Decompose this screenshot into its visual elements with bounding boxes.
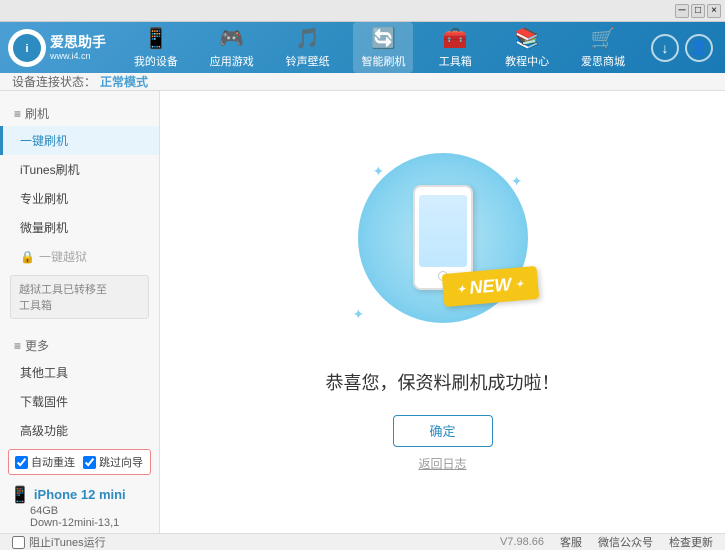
skip-wizard-checkbox[interactable] [83, 456, 96, 469]
minimize-btn[interactable]: ─ [675, 4, 689, 18]
check-update-link[interactable]: 检查更新 [669, 534, 713, 550]
status-bar: 设备连接状态： 正常模式 [0, 73, 725, 91]
logo-name: 爱思助手 [50, 34, 106, 51]
itunes-block-label: 阻止iTunes运行 [29, 534, 106, 550]
device-name: iPhone 12 mini [34, 487, 126, 502]
device-info-area: 📱 iPhone 12 mini 64GB Down-12mini-13,1 [0, 479, 159, 533]
account-btn[interactable]: 👤 [685, 34, 713, 62]
sidebar: ≡ 刷机 一键刷机 iTunes刷机 专业刷机 微量刷机 🔒 一键越狱 越狱工具… [0, 91, 160, 533]
sidebar-item-pro-flash[interactable]: 专业刷机 [0, 184, 159, 213]
nav-smart-flash[interactable]: 🔄 智能刷机 [353, 22, 413, 73]
nav-store-label: 爱思商城 [581, 53, 625, 69]
success-message: 恭喜您，保资料刷机成功啦！ [326, 369, 560, 395]
nav-toolbox[interactable]: 🧰 工具箱 [429, 22, 481, 73]
nav-smart-flash-label: 智能刷机 [361, 53, 405, 69]
restore-btn[interactable]: □ [691, 4, 705, 18]
svg-text:i: i [25, 43, 28, 55]
title-bar: ─ □ × [0, 0, 725, 22]
sidebar-item-wipe-flash[interactable]: 微量刷机 [0, 213, 159, 242]
sidebar-item-advanced[interactable]: 高级功能 [0, 416, 159, 445]
logo-text: 爱思助手 www.i4.cn [50, 34, 106, 62]
tutorial-icon: 📚 [515, 26, 540, 51]
sparkle-3: ✦ [353, 306, 365, 323]
logo-area: i 爱思助手 www.i4.cn [8, 29, 108, 67]
app-icon: 🎮 [219, 26, 244, 51]
back-link[interactable]: 返回日志 [418, 455, 466, 472]
phone-icon: 📱 [10, 485, 30, 505]
sparkle-2: ✦ [511, 173, 523, 190]
download-firmware-label: 下载固件 [20, 395, 68, 409]
download-btn[interactable]: ↓ [651, 34, 679, 62]
skip-wizard-label[interactable]: 跳过向导 [83, 454, 143, 470]
nav-tutorial[interactable]: 📚 教程中心 [497, 22, 557, 73]
status-label: 设备连接状态： [12, 73, 96, 90]
nav-toolbox-label: 工具箱 [439, 53, 472, 69]
sidebar-item-itunes-flash[interactable]: iTunes刷机 [0, 155, 159, 184]
checkbox-row: 自动重连 跳过向导 [8, 449, 151, 475]
nav-app-game[interactable]: 🎮 应用游戏 [202, 22, 262, 73]
auto-restart-label[interactable]: 自动重连 [15, 454, 75, 470]
app-container: i 爱思助手 www.i4.cn 📱 我的设备 🎮 应用游戏 🎵 铃声壁纸 [0, 22, 725, 523]
sidebar-section-flash: ≡ 刷机 [0, 99, 159, 126]
wipe-flash-label: 微量刷机 [20, 221, 68, 235]
itunes-flash-label: iTunes刷机 [20, 163, 80, 177]
disabled-jailbreak-label: 一键越狱 [39, 248, 87, 265]
ringtone-icon: 🎵 [295, 26, 320, 51]
sparkle-1: ✦ [373, 163, 385, 180]
logo-url: www.i4.cn [50, 51, 106, 62]
nav-my-device-label: 我的设备 [134, 53, 178, 69]
auto-restart-checkbox[interactable] [15, 456, 28, 469]
store-icon: 🛒 [591, 26, 616, 51]
sidebar-item-other-tools[interactable]: 其他工具 [0, 358, 159, 387]
footer-right: V7.98.66 客服 微信公众号 检查更新 [500, 534, 713, 550]
nav-ringtone[interactable]: 🎵 铃声壁纸 [278, 22, 338, 73]
sidebar-section2-label: 更多 [25, 337, 49, 354]
advanced-label: 高级功能 [20, 424, 68, 438]
smart-flash-icon: 🔄 [371, 26, 396, 51]
header: i 爱思助手 www.i4.cn 📱 我的设备 🎮 应用游戏 🎵 铃声壁纸 [0, 22, 725, 73]
header-right: ↓ 👤 [651, 34, 717, 62]
itunes-block-checkbox[interactable] [12, 536, 25, 549]
pro-flash-label: 专业刷机 [20, 192, 68, 206]
info-text: 越狱工具已转移至工具箱 [19, 284, 107, 312]
footer-left: 阻止iTunes运行 [12, 534, 106, 550]
phone-screen [419, 195, 467, 267]
close-btn[interactable]: × [707, 4, 721, 18]
device-storage: 64GB [10, 505, 149, 517]
sidebar-item-download-firmware[interactable]: 下载固件 [0, 387, 159, 416]
auto-restart-text: 自动重连 [31, 454, 75, 470]
success-illustration: NEW ✦ ✦ ✦ [343, 153, 543, 353]
status-value: 正常模式 [100, 73, 148, 90]
nav-my-device[interactable]: 📱 我的设备 [126, 22, 186, 73]
logo-svg: i [16, 37, 38, 59]
toolbox-icon: 🧰 [443, 26, 468, 51]
sidebar-section1-label: 刷机 [25, 105, 49, 122]
one-key-flash-label: 一键刷机 [20, 134, 68, 148]
content-area: ≡ 刷机 一键刷机 iTunes刷机 专业刷机 微量刷机 🔒 一键越狱 越狱工具… [0, 91, 725, 533]
nav-items: 📱 我的设备 🎮 应用游戏 🎵 铃声壁纸 🔄 智能刷机 🧰 工具箱 📚 [108, 22, 651, 73]
sidebar-section-more: ≡ 更多 [0, 331, 159, 358]
nav-app-label: 应用游戏 [210, 53, 254, 69]
footer: 阻止iTunes运行 V7.98.66 客服 微信公众号 检查更新 [0, 533, 725, 550]
sidebar-info-box: 越狱工具已转移至工具箱 [10, 275, 149, 319]
main-content: NEW ✦ ✦ ✦ 恭喜您，保资料刷机成功啦！ 确定 返回日志 [160, 91, 725, 533]
customer-service-link[interactable]: 客服 [560, 534, 582, 550]
nav-tutorial-label: 教程中心 [505, 53, 549, 69]
other-tools-label: 其他工具 [20, 366, 68, 380]
nav-store[interactable]: 🛒 爱思商城 [573, 22, 633, 73]
confirm-button[interactable]: 确定 [393, 415, 493, 447]
sidebar-item-one-key-flash[interactable]: 一键刷机 [0, 126, 159, 155]
version-text: V7.98.66 [500, 536, 544, 548]
nav-ringtone-label: 铃声壁纸 [286, 53, 330, 69]
skip-wizard-text: 跳过向导 [99, 454, 143, 470]
flash-icon: ≡ [14, 107, 21, 121]
device-icon: 📱 [143, 26, 168, 51]
logo-icon: i [13, 34, 41, 62]
lock-icon: 🔒 [20, 250, 35, 264]
more-icon: ≡ [14, 339, 21, 353]
wechat-link[interactable]: 微信公众号 [598, 534, 653, 550]
device-firmware: Down-12mini-13,1 [10, 517, 149, 529]
logo-circle: i [8, 29, 46, 67]
sidebar-disabled-jailbreak: 🔒 一键越狱 [0, 242, 159, 271]
